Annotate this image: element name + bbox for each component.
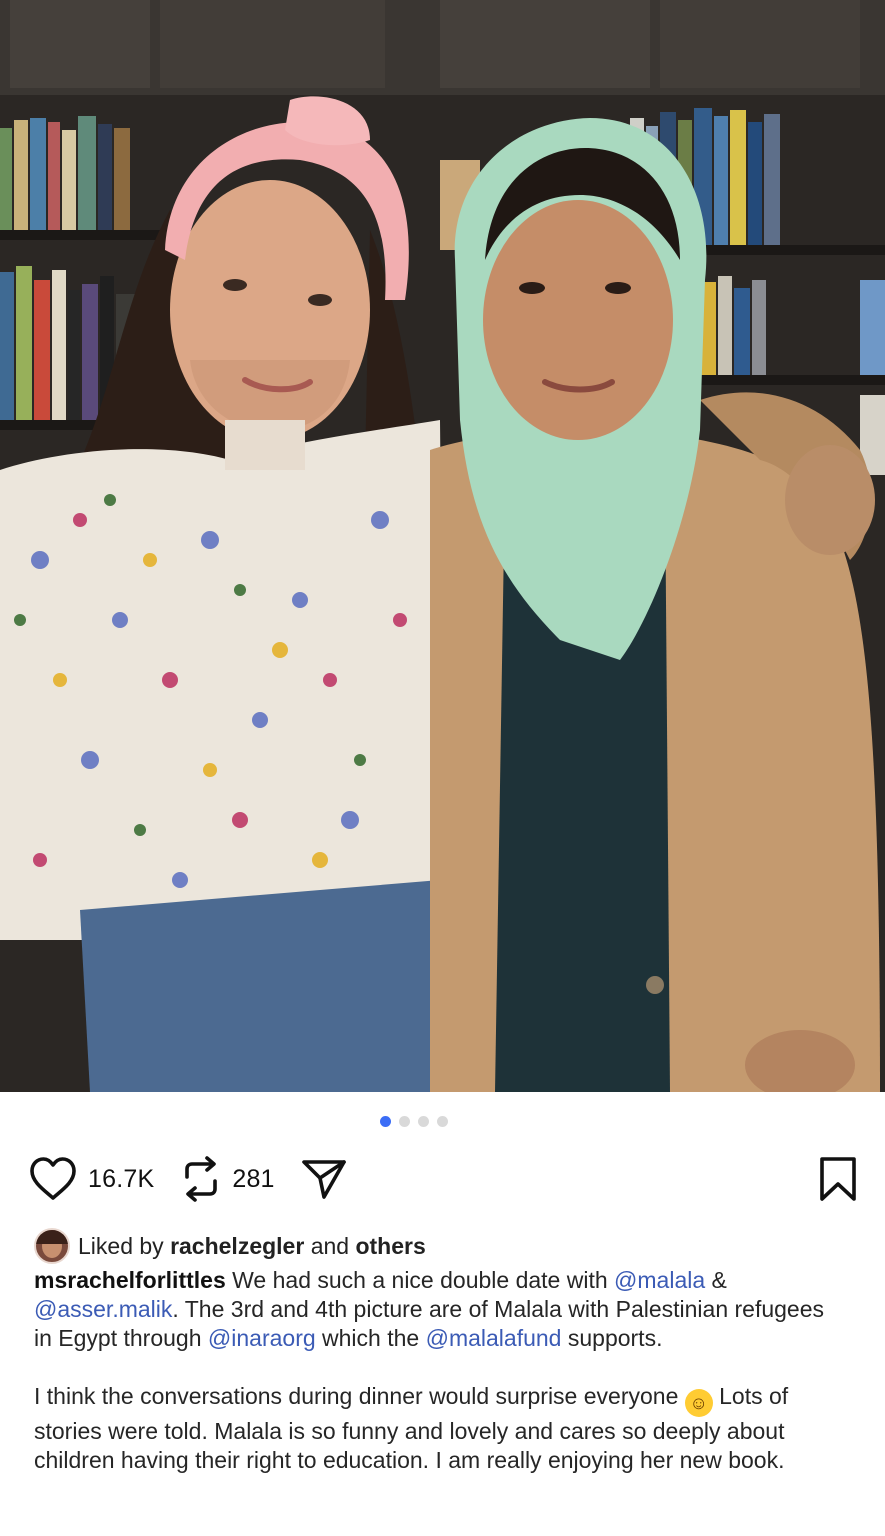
carousel-dot-1[interactable] xyxy=(379,1116,391,1127)
caption-text: supports. xyxy=(561,1325,663,1351)
caption-username[interactable]: msrachelforlittles xyxy=(34,1267,226,1293)
post-actions-bar: 16.7K 281 xyxy=(28,1152,858,1206)
heart-icon xyxy=(30,1157,76,1200)
liked-by-others[interactable]: others xyxy=(355,1233,425,1260)
mention-malala[interactable]: @malala xyxy=(614,1267,705,1293)
save-button[interactable] xyxy=(818,1156,858,1202)
mention-malalafund[interactable]: @malalafund xyxy=(426,1325,562,1351)
caption-text: I think the conversations during dinner … xyxy=(34,1383,685,1409)
liked-by-user[interactable]: rachelzegler xyxy=(170,1233,304,1260)
share-button[interactable] xyxy=(301,1158,347,1200)
caption-text: which the xyxy=(315,1325,426,1351)
mention-asser-malik[interactable]: @asser.malik xyxy=(34,1296,172,1322)
liked-by-and: and xyxy=(310,1232,350,1259)
like-button[interactable]: 16.7K xyxy=(28,1156,180,1202)
carousel-indicator xyxy=(0,1116,885,1127)
carousel-dot-4[interactable] xyxy=(436,1116,448,1127)
post-caption: msrachelforlittles We had such a nice do… xyxy=(34,1266,844,1475)
caption-paragraph-2: I think the conversations during dinner … xyxy=(34,1382,844,1475)
caption-paragraph-1: msrachelforlittles We had such a nice do… xyxy=(34,1266,844,1353)
photo-illustration xyxy=(0,0,885,1092)
mention-inaraorg[interactable]: @inaraorg xyxy=(208,1325,316,1351)
repost-icon xyxy=(185,1156,218,1202)
caption-text: We had such a nice double date with xyxy=(225,1267,615,1293)
liked-by-prefix: Liked by xyxy=(78,1232,164,1259)
send-icon xyxy=(301,1160,346,1199)
likes-count[interactable]: 16.7K xyxy=(88,1165,154,1194)
carousel-dot-3[interactable] xyxy=(417,1116,429,1127)
bookmark-icon xyxy=(820,1157,856,1201)
laughing-emoji-icon: ☺ xyxy=(684,1389,713,1417)
carousel-dot-2[interactable] xyxy=(398,1116,410,1127)
repost-button[interactable]: 281 xyxy=(180,1155,300,1203)
reposts-count[interactable]: 281 xyxy=(232,1165,274,1194)
avatar[interactable] xyxy=(34,1228,70,1264)
caption-text: & xyxy=(705,1267,727,1293)
post-photo[interactable] xyxy=(0,0,885,1092)
liked-by-row: Liked by rachelzegler and others xyxy=(34,1228,426,1264)
